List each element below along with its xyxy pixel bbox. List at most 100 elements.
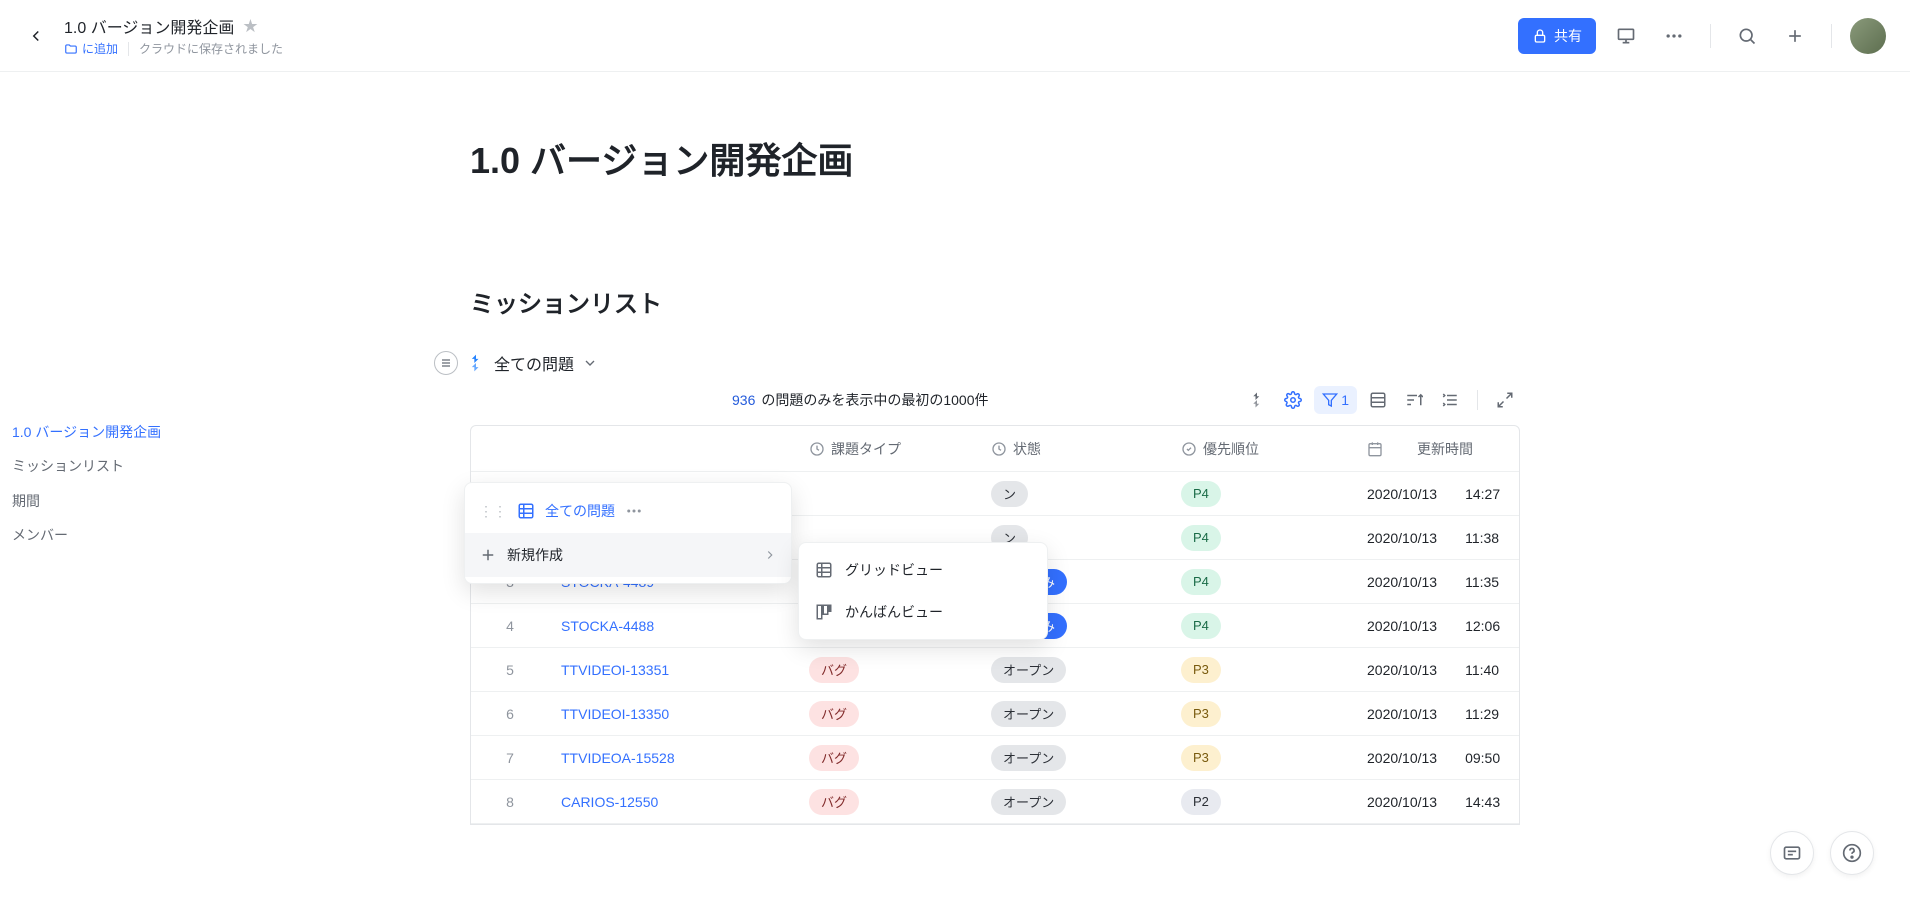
submenu-kanban-view[interactable]: かんばんビュー	[799, 591, 1047, 633]
view-label: 全ての問題	[545, 501, 615, 521]
feedback-icon[interactable]	[1770, 831, 1814, 875]
col-type[interactable]: 課題タイプ	[831, 439, 901, 459]
present-icon[interactable]	[1608, 18, 1644, 54]
view-item-new[interactable]: 新規作成	[465, 533, 791, 577]
block-header: 全ての問題	[434, 351, 1630, 375]
type-badge: バグ	[809, 657, 859, 683]
toc-item[interactable]: 期間	[12, 484, 348, 518]
updated-time: 11:40	[1465, 662, 1499, 678]
col-updated[interactable]: 更新時間	[1417, 439, 1473, 459]
toc-item[interactable]: ミッションリスト	[12, 449, 348, 483]
updated-date: 2020/10/13	[1367, 618, 1437, 634]
divider	[128, 42, 129, 56]
issue-key-link[interactable]: CARIOS-12550	[561, 794, 658, 810]
priority-badge: P3	[1181, 657, 1221, 683]
view-more-icon[interactable]	[625, 502, 643, 520]
updated-date: 2020/10/13	[1367, 750, 1437, 766]
toc-item[interactable]: 1.0 バージョン開発企画	[12, 415, 348, 449]
submenu-grid-view[interactable]: グリッドビュー	[799, 549, 1047, 591]
grid-label: グリッドビュー	[845, 560, 943, 580]
updated-time: 14:27	[1465, 486, 1500, 502]
priority-badge: P3	[1181, 701, 1221, 727]
updated-date: 2020/10/13	[1367, 662, 1437, 678]
issue-key-link[interactable]: TTVIDEOA-15528	[561, 750, 675, 766]
updated-date: 2020/10/13	[1367, 530, 1437, 546]
col-priority[interactable]: 優先順位	[1203, 439, 1259, 459]
updated-time: 11:35	[1465, 574, 1499, 590]
chevron-right-icon	[763, 548, 777, 562]
page-title: 1.0 バージョン開発企画	[470, 132, 1630, 184]
header-right: 共有	[1518, 18, 1886, 54]
avatar[interactable]	[1850, 18, 1886, 54]
jira-sync-icon[interactable]	[1242, 385, 1272, 415]
header: 1.0 バージョン開発企画 ★ に追加 クラウドに保存されました 共有	[0, 0, 1910, 72]
table-header-row: 課題タイプ 状態 優先順位 更新時間	[471, 426, 1519, 472]
help-icon[interactable]	[1830, 831, 1874, 875]
add-to-folder-label: に追加	[82, 40, 118, 57]
block-toolbar: 936 の問題のみを表示中の最初の1000件 1	[470, 381, 1630, 425]
type-badge: バグ	[809, 789, 859, 815]
header-left: 1.0 バージョン開発企画 ★ に追加 クラウドに保存されました	[24, 14, 283, 57]
updated-time: 11:29	[1465, 706, 1499, 722]
updated-time: 09:50	[1465, 750, 1500, 766]
back-button[interactable]	[24, 24, 48, 48]
kanban-view-icon	[815, 603, 833, 621]
grid-view-icon	[815, 561, 833, 579]
star-icon[interactable]: ★	[242, 16, 258, 37]
issue-key-link[interactable]: STOCKA-4488	[561, 618, 654, 634]
drag-handle-icon[interactable]: ⋮⋮	[479, 503, 507, 520]
row-height-icon[interactable]	[1435, 385, 1465, 415]
issue-key-link[interactable]: TTVIDEOI-13351	[561, 662, 669, 678]
priority-badge: P4	[1181, 569, 1221, 595]
search-icon[interactable]	[1729, 18, 1765, 54]
chevron-down-icon[interactable]	[582, 355, 598, 371]
expand-icon[interactable]	[1490, 385, 1520, 415]
doc-meta: 1.0 バージョン開発企画 ★ に追加 クラウドに保存されました	[64, 14, 283, 57]
col-status[interactable]: 状態	[1013, 439, 1041, 459]
doc-title: 1.0 バージョン開発企画	[64, 14, 234, 38]
view-item-all[interactable]: ⋮⋮ 全ての問題	[465, 489, 791, 533]
separator	[1831, 24, 1832, 48]
separator	[1710, 24, 1711, 48]
filter-count: 1	[1341, 392, 1349, 408]
block-toggle-icon[interactable]	[434, 351, 458, 375]
add-to-folder-link[interactable]: に追加	[64, 40, 118, 57]
plus-icon[interactable]	[1777, 18, 1813, 54]
more-icon[interactable]	[1656, 18, 1692, 54]
toc-item[interactable]: メンバー	[12, 518, 348, 552]
sort-icon[interactable]	[1399, 385, 1429, 415]
table-row[interactable]: 8 CARIOS-12550 バグ オープン P2 2020/10/13 14:43	[471, 780, 1519, 824]
layout-icon[interactable]	[1363, 385, 1393, 415]
updated-time: 14:43	[1465, 794, 1500, 810]
priority-badge: P2	[1181, 789, 1221, 815]
floating-actions	[1770, 831, 1874, 875]
issue-key-link[interactable]: TTVIDEOI-13350	[561, 706, 669, 722]
block-title[interactable]: 全ての問題	[494, 351, 574, 375]
settings-icon[interactable]	[1278, 385, 1308, 415]
plus-icon	[479, 546, 497, 564]
share-label: 共有	[1554, 26, 1582, 46]
status-badge: オープン	[991, 789, 1066, 815]
updated-time: 12:06	[1465, 618, 1500, 634]
row-index: 4	[471, 618, 549, 634]
share-button[interactable]: 共有	[1518, 18, 1596, 54]
priority-badge: P4	[1181, 525, 1221, 551]
table-row[interactable]: 5TTVIDEOI-13351バグオープンP32020/10/1311:40	[471, 648, 1519, 692]
updated-time: 11:38	[1465, 530, 1499, 546]
status-badge: オープン	[991, 745, 1066, 771]
issue-count-suffix: の問題のみを表示中の最初の1000件	[761, 390, 988, 410]
updated-date: 2020/10/13	[1367, 486, 1437, 502]
status-badge: ン	[991, 481, 1028, 507]
type-badge: バグ	[809, 745, 859, 771]
row-index: 8	[471, 794, 549, 810]
filter-button[interactable]: 1	[1314, 386, 1357, 414]
table-row[interactable]: 7TTVIDEOA-15528バグオープンP32020/10/1309:50	[471, 736, 1519, 780]
updated-date: 2020/10/13	[1367, 574, 1437, 590]
issue-count[interactable]: 936	[732, 392, 755, 408]
updated-date: 2020/10/13	[1367, 794, 1437, 810]
table-row[interactable]: 6TTVIDEOI-13350バグオープンP32020/10/1311:29	[471, 692, 1519, 736]
views-dropdown: ⋮⋮ 全ての問題 新規作成	[464, 482, 792, 584]
new-view-submenu: グリッドビュー かんばんビュー	[798, 542, 1048, 640]
new-view-label: 新規作成	[507, 545, 563, 565]
status-badge: オープン	[991, 701, 1066, 727]
